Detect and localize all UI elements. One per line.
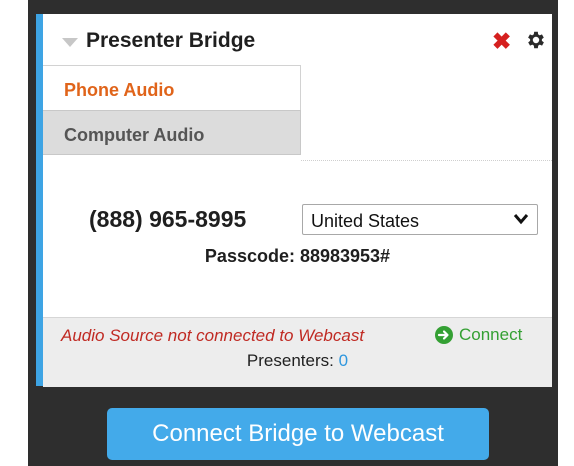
- presenters-count[interactable]: 0: [339, 351, 348, 370]
- page-background-left: [0, 0, 28, 466]
- connect-bridge-button[interactable]: Connect Bridge to Webcast: [107, 408, 489, 460]
- presenters-row: Presenters: 0: [43, 351, 552, 371]
- arrow-circle-icon: [435, 326, 453, 344]
- tab-divider: [301, 160, 552, 161]
- tab-computer-audio[interactable]: Computer Audio: [43, 110, 301, 155]
- connect-link[interactable]: Connect: [435, 325, 522, 345]
- connection-status-message: Audio Source not connected to Webcast: [61, 326, 365, 345]
- tab-phone-audio[interactable]: Phone Audio: [43, 65, 301, 110]
- chevron-down-icon: [513, 214, 529, 225]
- panel-header: Presenter Bridge ✖: [43, 14, 552, 62]
- close-icon[interactable]: ✖: [492, 30, 511, 53]
- country-select[interactable]: United States: [302, 204, 538, 235]
- gear-icon[interactable]: [525, 29, 547, 51]
- caret-down-icon[interactable]: [62, 38, 78, 47]
- status-area: Audio Source not connected to Webcast Co…: [43, 317, 552, 387]
- connect-link-label: Connect: [459, 325, 523, 344]
- country-select-value: United States: [311, 211, 420, 231]
- panel-title: Presenter Bridge: [86, 29, 256, 52]
- presenters-label: Presenters:: [246, 351, 334, 370]
- page-background-right: [558, 0, 574, 466]
- passcode: Passcode: 88983953#: [204, 246, 391, 266]
- presenter-bridge-panel: Presenter Bridge ✖ Phone Audio Computer …: [36, 14, 552, 387]
- phone-number: (888) 965-8995: [89, 206, 247, 232]
